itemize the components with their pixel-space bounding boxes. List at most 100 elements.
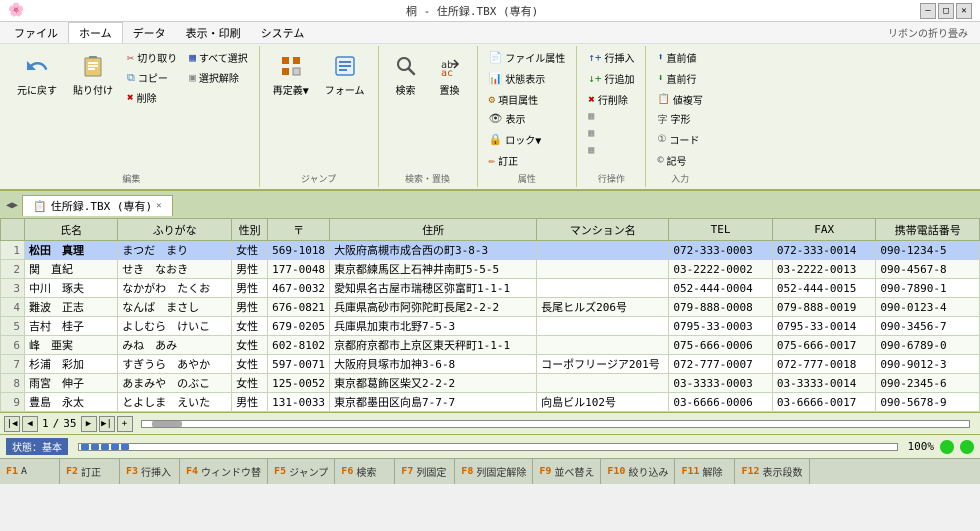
table-cell[interactable]: 075-666-0006	[669, 336, 773, 355]
fkey-f2[interactable]: F2訂正	[60, 459, 120, 484]
table-cell[interactable]: まつだ まり	[118, 241, 232, 260]
table-cell[interactable]: 杉浦 彩加	[25, 355, 118, 374]
fkey-f8[interactable]: F8列固定解除	[455, 459, 533, 484]
table-cell[interactable]: 03-2222-0013	[772, 260, 876, 279]
table-cell[interactable]: 5	[1, 317, 25, 336]
table-cell[interactable]: 女性	[232, 336, 268, 355]
h-scrollbar[interactable]	[141, 420, 971, 428]
table-cell[interactable]: 女性	[232, 374, 268, 393]
table-cell[interactable]: 03-6666-0017	[772, 393, 876, 412]
form-button[interactable]: フォーム	[318, 48, 372, 101]
table-cell[interactable]: 松田 真理	[25, 241, 118, 260]
minimize-button[interactable]: —	[920, 3, 936, 19]
menu-home[interactable]: ホーム	[68, 22, 123, 43]
menu-view-print[interactable]: 表示・印刷	[176, 22, 251, 43]
table-cell[interactable]: 雨宮 伸子	[25, 374, 118, 393]
ribbon-fold-button[interactable]: リボンの折り畳み	[880, 23, 976, 42]
table-cell[interactable]: 8	[1, 374, 25, 393]
table-row[interactable]: 7杉浦 彩加すぎうら あやか女性597-0071大阪府貝塚市加神3-6-8コーポ…	[1, 355, 980, 374]
table-cell[interactable]: 女性	[232, 317, 268, 336]
doc-tab-close[interactable]: ✕	[156, 201, 161, 211]
table-cell[interactable]: 男性	[232, 279, 268, 298]
nav-first[interactable]: |◀	[4, 416, 20, 432]
table-cell[interactable]: なんば まさし	[118, 298, 232, 317]
fkey-f7[interactable]: F7列固定	[395, 459, 455, 484]
undo-button[interactable]: 元に戻す	[10, 48, 64, 101]
table-row[interactable]: 9豊島 永太とよしま えいた男性131-0033東京都墨田区向島7-7-7向島ビ…	[1, 393, 980, 412]
rowadd-button[interactable]: ↓+ 行追加	[583, 69, 639, 88]
table-cell[interactable]: 4	[1, 298, 25, 317]
table-cell[interactable]: 090-4567-8	[876, 260, 980, 279]
table-cell[interactable]: 072-777-0007	[669, 355, 773, 374]
fkey-f5[interactable]: F5ジャンプ	[268, 459, 335, 484]
replace-button[interactable]: abac 置換	[429, 48, 471, 101]
fileprop-button[interactable]: 📄 ファイル属性	[484, 48, 571, 67]
nav-last[interactable]: ▶|	[99, 416, 115, 432]
fkey-f4[interactable]: F4ウィンドウ替	[180, 459, 268, 484]
table-cell[interactable]	[537, 317, 669, 336]
table-cell[interactable]: 052-444-0004	[669, 279, 773, 298]
table-cell[interactable]: 0795-33-0014	[772, 317, 876, 336]
table-cell[interactable]: 兵庫県加東市北野7-5-3	[330, 317, 537, 336]
lock-button[interactable]: 🔒 ロック▼	[484, 130, 547, 149]
table-cell[interactable]: 吉村 桂子	[25, 317, 118, 336]
wordshape-button[interactable]: 字 字形	[652, 109, 695, 128]
redefine-button[interactable]: 再定義▼	[266, 48, 316, 101]
table-cell[interactable]: 072-333-0003	[669, 241, 773, 260]
menu-file[interactable]: ファイル	[4, 22, 68, 43]
deselect-button[interactable]: ▣ 選択解除	[184, 68, 253, 87]
table-cell[interactable]: 072-777-0018	[772, 355, 876, 374]
search-button[interactable]: 検索	[385, 48, 427, 101]
table-cell[interactable]: あまみや のぶこ	[118, 374, 232, 393]
table-row[interactable]: 2関 直紀せき なおき男性177-0048東京都練馬区上石神井南町5-5-503…	[1, 260, 980, 279]
table-row[interactable]: 6峰 亜実みね あみ女性602-8102京都府京都市上京区東天秤町1-1-107…	[1, 336, 980, 355]
rowop-b1[interactable]: ▦	[583, 109, 599, 124]
table-cell[interactable]: 090-3456-7	[876, 317, 980, 336]
delete-button[interactable]: ✖ 削除	[122, 88, 182, 107]
table-cell[interactable]: 090-7890-1	[876, 279, 980, 298]
table-cell[interactable]: 679-0205	[268, 317, 330, 336]
fkey-f11[interactable]: F11解除	[675, 459, 735, 484]
table-cell[interactable]: 3	[1, 279, 25, 298]
table-cell[interactable]: 052-444-0015	[772, 279, 876, 298]
table-cell[interactable]: 072-333-0014	[772, 241, 876, 260]
table-cell[interactable]: 03-6666-0006	[669, 393, 773, 412]
table-cell[interactable]: 079-888-0008	[669, 298, 773, 317]
table-cell[interactable]: 長尾ヒルズ206号	[537, 298, 669, 317]
paste-button[interactable]: 貼り付け	[66, 48, 120, 101]
table-cell[interactable]: 女性	[232, 355, 268, 374]
table-cell[interactable]: 2	[1, 260, 25, 279]
table-cell[interactable]: 03-3333-0014	[772, 374, 876, 393]
rowop-b3[interactable]: ▦	[583, 143, 599, 158]
table-cell[interactable]: 京都府京都市上京区東天秤町1-1-1	[330, 336, 537, 355]
table-cell[interactable]: 男性	[232, 393, 268, 412]
table-cell[interactable]: みね あみ	[118, 336, 232, 355]
table-cell[interactable]: 向島ビル102号	[537, 393, 669, 412]
table-cell[interactable]: なかがわ たくお	[118, 279, 232, 298]
table-cell[interactable]: 兵庫県高砂市阿弥陀町長尾2-2-2	[330, 298, 537, 317]
table-cell[interactable]	[537, 336, 669, 355]
code-button[interactable]: ① コード	[652, 130, 704, 149]
rowdel-button[interactable]: ✖ 行削除	[583, 90, 633, 109]
table-cell[interactable]: 大阪府貝塚市加神3-6-8	[330, 355, 537, 374]
table-cell[interactable]: 東京都葛飾区柴又2-2-2	[330, 374, 537, 393]
maximize-button[interactable]: □	[938, 3, 954, 19]
table-cell[interactable]: 597-0071	[268, 355, 330, 374]
fkey-f9[interactable]: F9並べ替え	[533, 459, 601, 484]
table-cell[interactable]: 7	[1, 355, 25, 374]
table-cell[interactable]: 090-9012-3	[876, 355, 980, 374]
table-cell[interactable]: 602-8102	[268, 336, 330, 355]
table-cell[interactable]: 090-6789-0	[876, 336, 980, 355]
cut-button[interactable]: ✂ 切り取り	[122, 48, 182, 67]
table-cell[interactable]: 6	[1, 336, 25, 355]
table-row[interactable]: 5吉村 桂子よしむら けいこ女性679-0205兵庫県加東市北野7-5-3079…	[1, 317, 980, 336]
table-cell[interactable]	[537, 374, 669, 393]
menu-data[interactable]: データ	[123, 22, 176, 43]
table-cell[interactable]: 東京都練馬区上石神井南町5-5-5	[330, 260, 537, 279]
table-cell[interactable]: 467-0032	[268, 279, 330, 298]
table-cell[interactable]: 03-3333-0003	[669, 374, 773, 393]
table-cell[interactable]: せき なおき	[118, 260, 232, 279]
doc-tab-main[interactable]: 📋 住所録.TBX (専有) ✕	[22, 195, 172, 216]
table-cell[interactable]: すぎうら あやか	[118, 355, 232, 374]
table-row[interactable]: 4難波 正志なんば まさし男性676-0821兵庫県高砂市阿弥陀町長尾2-2-2…	[1, 298, 980, 317]
